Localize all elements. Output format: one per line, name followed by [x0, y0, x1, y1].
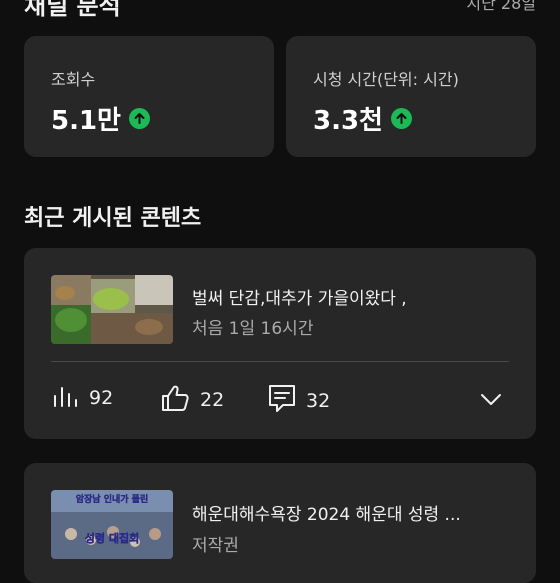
- watch-time-stat-card[interactable]: 시청 시간(단위: 시간) 3.3천: [286, 36, 536, 157]
- period-label: 지난 28일: [466, 0, 536, 13]
- watch-time-stat-label: 시청 시간(단위: 시간): [313, 70, 459, 89]
- thumbnail-caption-bottom: 성령 대집회: [85, 531, 139, 545]
- video-title[interactable]: 벌써 단감,대추가 가을이왔다 ,: [192, 284, 407, 309]
- content-card[interactable]: 암장남 인내가 플린 성령 대집회 해운대해수욕장 2024 해운대 성령 ..…: [24, 463, 536, 583]
- page-title: 채널 분석: [24, 0, 121, 20]
- arrow-up-icon: [390, 108, 412, 129]
- comments-count: 32: [306, 390, 331, 412]
- video-thumbnail[interactable]: [51, 275, 173, 344]
- video-age: 처음 1일 16시간: [192, 319, 314, 339]
- views-stat-label: 조회수: [51, 70, 96, 89]
- likes-metric: 22: [160, 384, 224, 416]
- views-stat-value: 5.1만: [51, 106, 121, 136]
- content-card[interactable]: 벌써 단감,대추가 가을이왔다 , 처음 1일 16시간 92 22 32: [24, 248, 536, 439]
- thumbs-up-icon: [160, 384, 190, 416]
- header: 채널 분석 지난 28일: [24, 0, 536, 20]
- chevron-down-icon[interactable]: [480, 388, 502, 410]
- divider: [51, 361, 509, 362]
- copyright-label: 저작권: [192, 536, 239, 556]
- thumbnail-caption-top: 암장남 인내가 플린: [76, 493, 149, 505]
- views-metric: 92: [53, 384, 113, 412]
- comments-metric: 32: [268, 384, 330, 418]
- video-title[interactable]: 해운대해수욕장 2024 해운대 성령 ...: [192, 500, 461, 525]
- comment-icon: [268, 384, 296, 418]
- watch-time-stat-value: 3.3천: [313, 106, 383, 136]
- bar-chart-icon: [53, 384, 79, 412]
- views-stat-card[interactable]: 조회수 5.1만: [24, 36, 274, 157]
- likes-count: 22: [200, 389, 225, 411]
- watch-time-stat-value-row: 3.3천: [313, 100, 412, 137]
- arrow-up-icon: [128, 108, 150, 129]
- views-count: 92: [89, 387, 114, 409]
- video-thumbnail[interactable]: 암장남 인내가 플린 성령 대집회: [51, 490, 173, 559]
- views-stat-value-row: 5.1만: [51, 100, 150, 137]
- recent-content-title: 최근 게시된 콘텐츠: [24, 206, 202, 231]
